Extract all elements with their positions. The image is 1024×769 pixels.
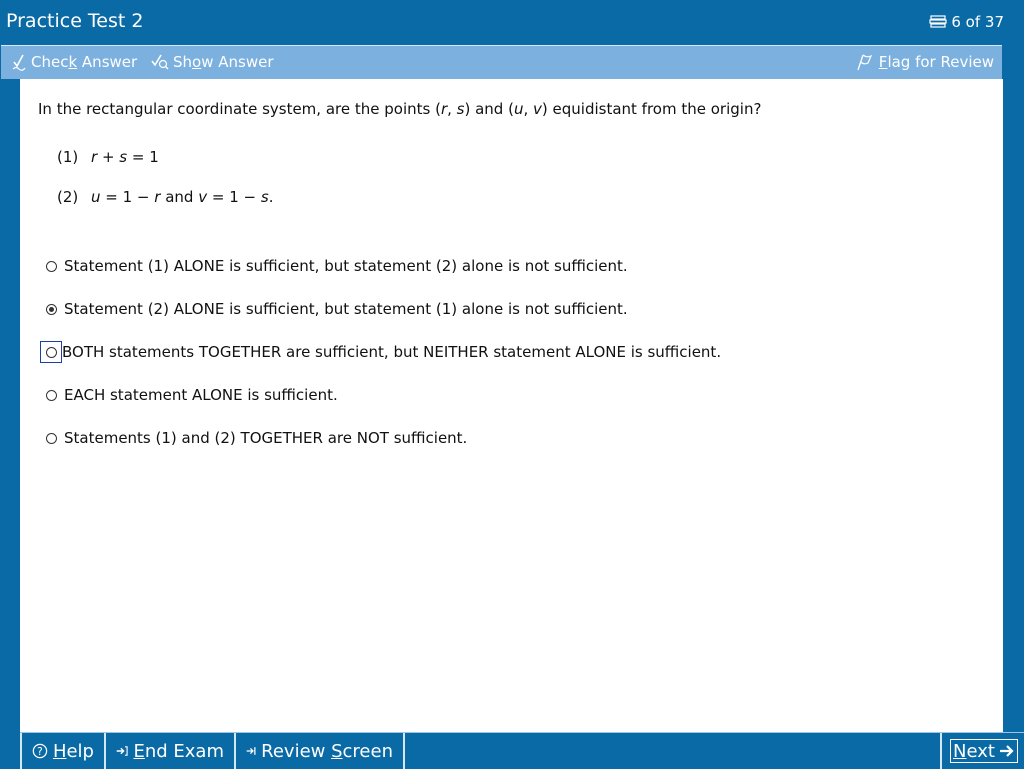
- stack-icon: [929, 15, 947, 28]
- statement-1: (1) r + s = 1: [57, 148, 159, 166]
- option-label: Statements (1) and (2) TOGETHER are NOT …: [64, 429, 468, 447]
- next-label: Next: [953, 740, 995, 762]
- question-counter: 6 of 37: [929, 13, 1004, 31]
- question-text: In the rectangular coordinate system, ar…: [38, 100, 762, 118]
- answer-option-b[interactable]: Statement (2) ALONE is sufficient, but s…: [40, 298, 628, 320]
- help-circle-icon: ?: [32, 743, 48, 759]
- option-label: EACH statement ALONE is sufficient.: [64, 386, 338, 404]
- end-exam-label: End Exam: [133, 740, 224, 762]
- answer-option-e[interactable]: Statements (1) and (2) TOGETHER are NOT …: [40, 427, 467, 449]
- toolbar: Check Answer Show Answer Flag for Review: [1, 45, 1002, 79]
- radio-button[interactable]: [45, 389, 57, 401]
- arrow-right-icon: [999, 745, 1014, 757]
- bottom-bar: ? Help End Exam Review Screen Next: [20, 732, 1024, 769]
- radio-wrap: [40, 255, 62, 277]
- next-button[interactable]: Next: [940, 733, 1024, 769]
- flag-icon: [857, 54, 872, 71]
- answer-option-c[interactable]: BOTH statements TOGETHER are sufficient,…: [40, 341, 721, 363]
- radio-wrap: [40, 384, 62, 406]
- answer-option-d[interactable]: EACH statement ALONE is sufficient.: [40, 384, 338, 406]
- radio-focus-ring: [40, 341, 62, 363]
- answer-option-a[interactable]: Statement (1) ALONE is sufficient, but s…: [40, 255, 628, 277]
- show-answer-icon: [151, 54, 169, 70]
- title-bar: Practice Test 2 6 of 37: [0, 0, 1024, 44]
- review-arrow-icon: [246, 747, 256, 755]
- next-focus-box: Next: [950, 739, 1018, 763]
- radio-wrap: [40, 427, 62, 449]
- question-panel: In the rectangular coordinate system, ar…: [20, 79, 1003, 732]
- option-label: Statement (1) ALONE is sufficient, but s…: [64, 257, 628, 275]
- review-screen-button[interactable]: Review Screen: [236, 733, 405, 769]
- review-screen-label: Review Screen: [261, 740, 393, 762]
- exit-arrow-icon: [116, 746, 128, 756]
- progress-text: 6 of 37: [951, 13, 1004, 31]
- flag-for-review-label: Flag for Review: [878, 53, 994, 71]
- radio-button[interactable]: [45, 260, 57, 272]
- radio-button[interactable]: [45, 346, 57, 358]
- window-title: Practice Test 2: [6, 10, 144, 32]
- check-answer-button[interactable]: Check Answer: [11, 53, 137, 71]
- check-answer-label: Check Answer: [31, 53, 138, 71]
- help-label: Help: [52, 740, 94, 762]
- help-button[interactable]: ? Help: [20, 733, 106, 769]
- check-answer-icon: [12, 54, 26, 71]
- option-label: Statement (2) ALONE is sufficient, but s…: [64, 300, 628, 318]
- flag-for-review-button[interactable]: Flag for Review: [855, 53, 994, 71]
- radio-wrap: [40, 298, 62, 320]
- show-answer-button[interactable]: Show Answer: [149, 53, 274, 71]
- svg-text:?: ?: [37, 745, 43, 758]
- end-exam-button[interactable]: End Exam: [106, 733, 236, 769]
- statement-number: (1): [57, 148, 79, 166]
- statement-2: (2) u = 1 − r and v = 1 − s.: [57, 188, 274, 206]
- radio-button[interactable]: [45, 432, 57, 444]
- option-label: BOTH statements TOGETHER are sufficient,…: [62, 343, 722, 361]
- radio-button-selected[interactable]: [45, 303, 57, 315]
- statement-number: (2): [57, 188, 79, 206]
- show-answer-label: Show Answer: [173, 53, 274, 71]
